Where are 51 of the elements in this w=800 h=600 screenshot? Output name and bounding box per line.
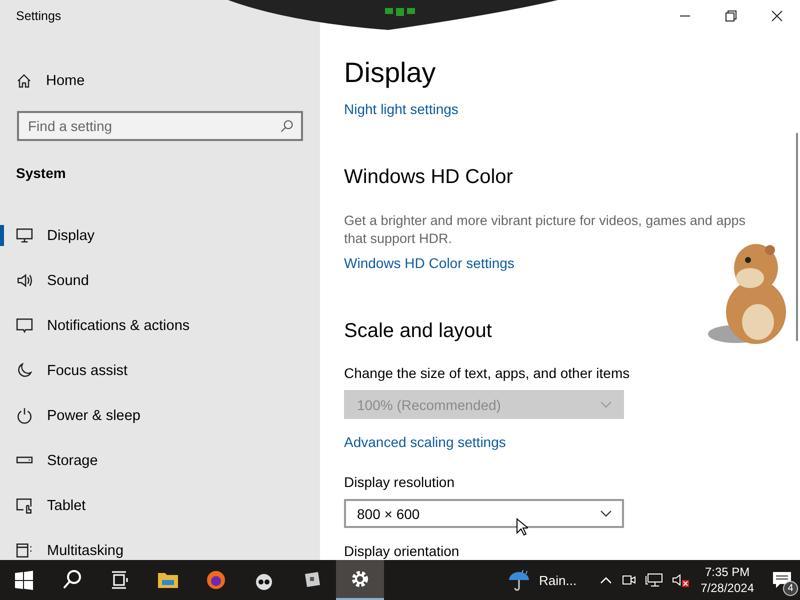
- sidebar-item[interactable]: Power & sleep: [0, 393, 320, 438]
- section-heading: System: [16, 165, 66, 181]
- sidebar-item[interactable]: Notifications & actions: [0, 303, 320, 348]
- section-heading: Scale and layout: [344, 319, 492, 344]
- description-text: Get a brighter and more vibrant picture for videos, games and apps that support HDR.: [344, 212, 746, 248]
- sidebar-item[interactable]: Storage: [0, 438, 320, 483]
- chevron-down-icon: [600, 400, 612, 408]
- home-icon: [16, 73, 32, 89]
- search-field[interactable]: Find a setting: [17, 111, 303, 141]
- dropdown: 100% (Recommended): [344, 390, 624, 419]
- speaker-icon: [16, 272, 33, 289]
- browser-icon: [205, 569, 227, 591]
- field-label: Change the size of text, apps, and other items: [344, 364, 630, 382]
- sidebar-item[interactable]: Sound: [0, 258, 320, 303]
- scrollbar[interactable]: [796, 133, 798, 341]
- notification-count: 4: [783, 581, 798, 596]
- network-icon[interactable]: [644, 572, 663, 588]
- umbrella-rain-icon: [507, 568, 532, 592]
- tablet-icon: [16, 497, 33, 514]
- multitasking-icon: [16, 542, 33, 559]
- taskbar-button[interactable]: [336, 560, 384, 600]
- message-icon: [16, 317, 33, 334]
- power-icon: [16, 407, 33, 424]
- sidebar-item[interactable]: Multitasking: [0, 528, 320, 573]
- page-title: Display: [344, 56, 436, 90]
- dropdown[interactable]: 800 × 600: [344, 499, 624, 528]
- task-view-icon: [109, 569, 131, 591]
- settings-link[interactable]: Advanced scaling settings: [344, 433, 506, 451]
- chevron-down-icon: [600, 510, 612, 518]
- weather-widget[interactable]: Rain...: [507, 568, 577, 592]
- settings-link[interactable]: Night light settings: [344, 100, 458, 118]
- sidebar-item[interactable]: Display: [0, 213, 320, 258]
- settings-link[interactable]: Windows HD Color settings: [344, 254, 514, 272]
- search-icon: [61, 569, 83, 591]
- moon-icon: [16, 362, 33, 379]
- volume-muted-icon[interactable]: [670, 572, 689, 588]
- windows-logo-icon: [13, 569, 35, 591]
- home-link[interactable]: Home: [16, 71, 85, 91]
- mouse-pointer-icon: [516, 518, 528, 536]
- search-icon: [280, 119, 294, 133]
- section-heading: Windows HD Color: [344, 165, 513, 190]
- field-label: Display resolution: [344, 473, 454, 491]
- restore-icon[interactable]: [725, 10, 737, 22]
- sidebar-item[interactable]: Tablet: [0, 483, 320, 528]
- sidebar-item[interactable]: Focus assist: [0, 348, 320, 393]
- close-icon[interactable]: [771, 10, 783, 22]
- gear-icon: [349, 568, 371, 590]
- field-label: Display orientation: [344, 542, 460, 560]
- clock[interactable]: 7:35 PM 7/28/2024: [700, 564, 754, 596]
- monitor-icon: [16, 227, 33, 244]
- window-title: Settings: [16, 9, 62, 23]
